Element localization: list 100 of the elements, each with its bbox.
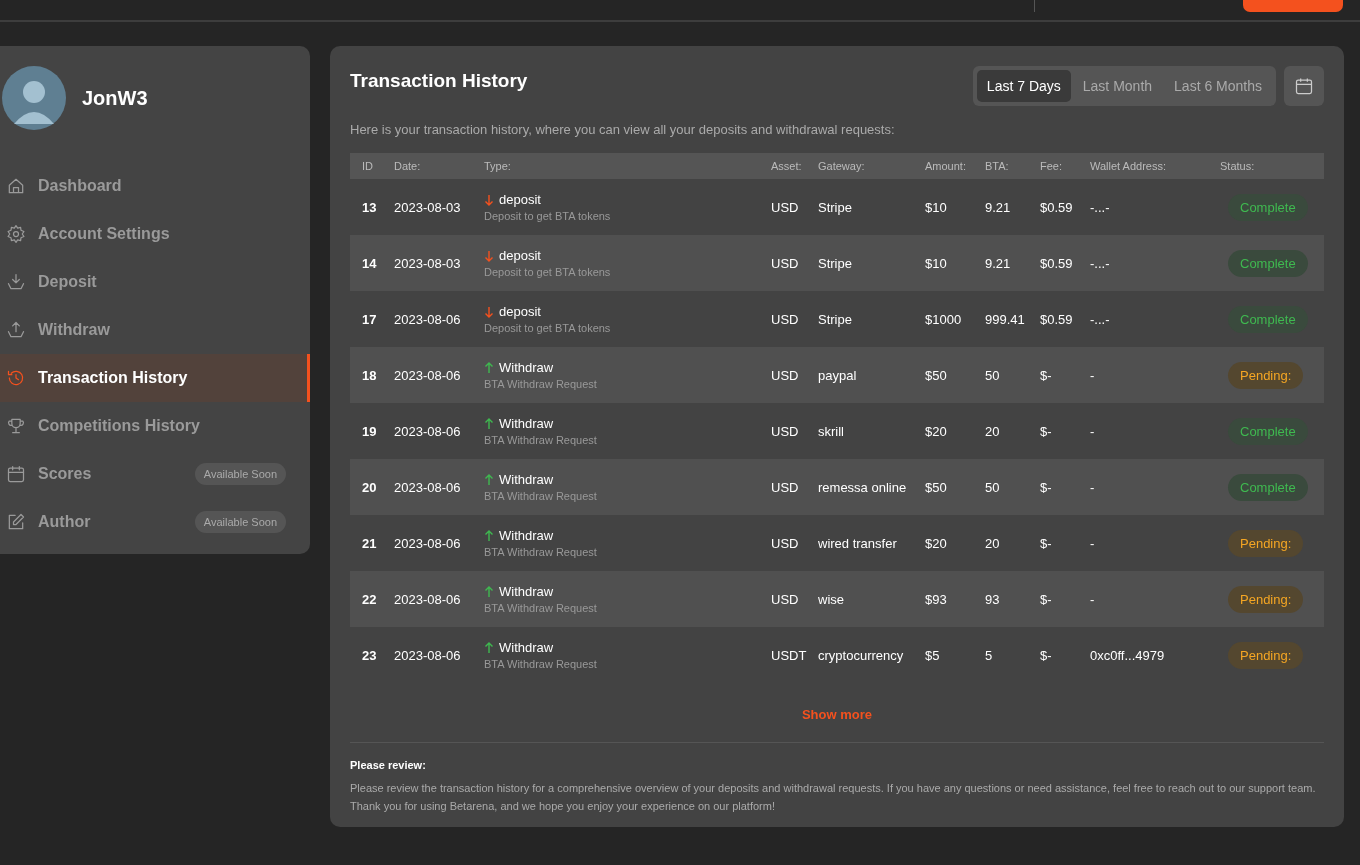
calendar-button[interactable] xyxy=(1284,66,1324,106)
wallet-cell-text: - xyxy=(1090,367,1096,383)
status-badge: Complete xyxy=(1228,305,1308,333)
calendar-icon xyxy=(1294,76,1314,96)
user-name: JonW3 xyxy=(82,86,148,110)
id-cell-text: 14 xyxy=(362,255,378,271)
sidebar-item[interactable]: Scores Available Soon xyxy=(0,450,310,498)
column-header: Gateway: xyxy=(818,160,866,172)
type-label: deposit xyxy=(499,192,541,207)
sidebar-item[interactable]: Transaction History xyxy=(0,354,310,402)
status-badge: Complete xyxy=(1228,249,1308,277)
date-cell-text: 2023-08-06 xyxy=(394,367,462,383)
type-note: BTA Withdraw Request xyxy=(484,658,598,670)
status-badge: Complete xyxy=(1228,473,1308,501)
type-note: Deposit to get BTA tokens xyxy=(484,322,612,334)
type-label: Withdraw xyxy=(499,584,554,599)
bta-cell-text: 9.21 xyxy=(985,255,1012,271)
date-cell-text: 2023-08-06 xyxy=(394,423,462,439)
amount-cell-text: $50 xyxy=(925,479,948,495)
status-badge: Pending: xyxy=(1228,529,1304,557)
column-header: Date: xyxy=(394,160,422,172)
fee-cell-text: $- xyxy=(1040,647,1053,663)
wallet-cell-text: - xyxy=(1090,479,1096,495)
gateway-cell-text: skrill xyxy=(818,423,845,439)
sidebar-item[interactable]: Deposit xyxy=(0,258,310,306)
type-label: deposit xyxy=(499,248,541,263)
range-tab[interactable]: Last 6 Months xyxy=(1164,70,1272,102)
bta-cell-text: 93 xyxy=(985,591,1001,607)
type-note: BTA Withdraw Request xyxy=(484,434,598,446)
fee-cell-text: $- xyxy=(1040,591,1053,607)
wallet-cell-text: 0xc0ff...4979 xyxy=(1090,647,1166,663)
amount-cell-text: $10 xyxy=(925,255,948,271)
type-label: Withdraw xyxy=(499,416,554,431)
asset-cell-text: USD xyxy=(771,199,800,215)
date-cell-text: 2023-08-03 xyxy=(394,199,462,215)
date-cell-text: 2023-08-06 xyxy=(394,535,462,551)
bta-cell-text: 50 xyxy=(985,367,1001,383)
sidebar-item[interactable]: Author Available Soon xyxy=(0,498,310,546)
asset-cell-text: USD xyxy=(771,367,800,383)
gear-icon xyxy=(6,224,26,244)
column-header: Amount: xyxy=(925,160,967,172)
column-header: Asset: xyxy=(771,160,803,172)
type-label: Withdraw xyxy=(499,640,554,655)
sidebar-item[interactable]: Competitions History xyxy=(0,402,310,450)
subtitle: Here is your transaction history, where you can view all your deposits and withdrawal requests: xyxy=(350,122,896,137)
date-cell-text: 2023-08-06 xyxy=(394,591,462,607)
fee-cell-text: $- xyxy=(1040,535,1053,551)
column-header: Status: xyxy=(1220,160,1256,172)
amount-cell-text: $20 xyxy=(925,423,948,439)
column-header: Wallet Address: xyxy=(1090,160,1167,172)
date-cell-text: 2023-08-06 xyxy=(394,479,462,495)
gateway-cell-text: cryptocurrency xyxy=(818,647,905,663)
asset-cell-text: USD xyxy=(771,423,800,439)
gateway-cell-text: Stripe xyxy=(818,199,853,215)
page-title: Transaction History xyxy=(350,70,528,92)
type-note: Deposit to get BTA tokens xyxy=(484,210,612,222)
home-icon xyxy=(6,176,26,196)
gateway-cell-text: Stripe xyxy=(818,255,853,271)
range-tab[interactable]: Last Month xyxy=(1072,70,1163,102)
show-more-link[interactable]: Show more xyxy=(801,707,873,722)
type-note: BTA Withdraw Request xyxy=(484,602,598,614)
asset-cell-text: USD xyxy=(771,535,800,551)
column-header: Type: xyxy=(484,160,512,172)
id-cell-text: 18 xyxy=(362,367,378,383)
edit-icon xyxy=(6,512,26,532)
asset-cell-text: USD xyxy=(771,311,800,327)
gateway-cell-text: remessa online xyxy=(818,479,908,495)
review-title: Please review: xyxy=(350,759,427,771)
column-header: BTA: xyxy=(985,160,1010,172)
status-badge: Pending: xyxy=(1228,585,1304,613)
type-note: BTA Withdraw Request xyxy=(484,490,598,502)
wallet-cell-text: -...- xyxy=(1090,255,1111,271)
id-cell-text: 23 xyxy=(362,647,378,663)
review-text: Please review the transaction history for a comprehensive overview of your deposits and withdrawal requests. If you have any questions or need assistance, feel free to reach out to our support team. Thank you for using Betarena, and we hope you enjoy your experience on our platform! xyxy=(350,781,1317,814)
wallet-cell-text: -...- xyxy=(1090,311,1111,327)
wallet-cell-text: - xyxy=(1090,591,1096,607)
status-badge: Pending: xyxy=(1228,361,1304,389)
sidebar-item[interactable]: Withdraw xyxy=(0,306,310,354)
sidebar-item[interactable]: Dashboard xyxy=(0,162,310,210)
status-badge: Available Soon xyxy=(194,463,286,485)
bta-cell-text: 5 xyxy=(985,647,994,663)
date-cell-text: 2023-08-03 xyxy=(394,255,462,271)
id-cell-text: 21 xyxy=(362,535,378,551)
id-cell-text: 19 xyxy=(362,423,378,439)
bta-cell-text: 20 xyxy=(985,423,1001,439)
type-note: BTA Withdraw Request xyxy=(484,546,598,558)
id-cell-text: 22 xyxy=(362,591,378,607)
fee-cell-text: $0.59 xyxy=(1040,311,1074,327)
asset-cell-text: USD xyxy=(771,591,800,607)
amount-cell-text: $20 xyxy=(925,535,948,551)
fee-cell-text: $- xyxy=(1040,367,1053,383)
amount-cell-text: $50 xyxy=(925,367,948,383)
wallet-cell-text: -...- xyxy=(1090,199,1111,215)
upload-icon xyxy=(6,320,26,340)
fee-cell-text: $0.59 xyxy=(1040,255,1074,271)
calendar-icon xyxy=(6,464,26,484)
sidebar-item[interactable]: Account Settings xyxy=(0,210,310,258)
gateway-cell-text: Stripe xyxy=(818,311,853,327)
asset-cell-text: USD xyxy=(771,479,800,495)
range-tab[interactable]: Last 7 Days xyxy=(976,70,1071,102)
